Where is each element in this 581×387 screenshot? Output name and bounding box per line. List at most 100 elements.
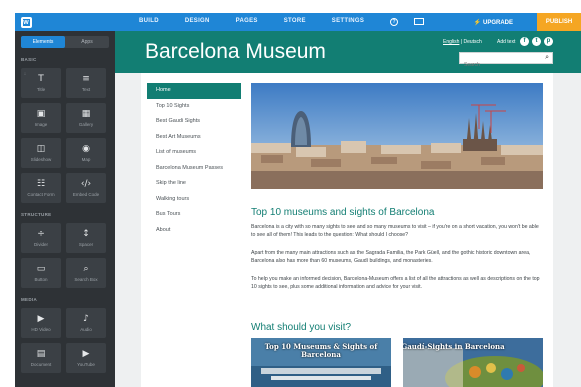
- element-spacer[interactable]: ↕ Spacer: [66, 223, 106, 253]
- device-preview-icon[interactable]: [414, 18, 425, 25]
- spacer-icon: ↕: [82, 229, 90, 239]
- publish-button[interactable]: PUBLISH: [537, 13, 581, 31]
- menu-item-top-10-sights[interactable]: Top 10 Sights: [147, 99, 241, 115]
- element-search-box[interactable]: ⌕ Search Box: [66, 258, 106, 288]
- element-label: Spacer: [78, 242, 94, 247]
- element-label: Audio: [80, 327, 92, 332]
- weebly-logo-icon[interactable]: w: [15, 13, 37, 31]
- tab-elements[interactable]: Elements: [21, 36, 65, 48]
- element-image[interactable]: ▣ Image: [21, 103, 61, 133]
- menu-item-about[interactable]: About: [147, 223, 241, 239]
- image-icon: ▣: [36, 109, 46, 119]
- menu-item-home[interactable]: Home: [147, 83, 241, 99]
- element-slideshow[interactable]: ◫ Slideshow: [21, 138, 61, 168]
- element-label: YouTube: [77, 362, 95, 367]
- element-text[interactable]: ≡ Text: [66, 68, 106, 98]
- element-document[interactable]: ▤ Document: [21, 343, 61, 373]
- element-label: Search Box: [74, 277, 98, 282]
- main-heading[interactable]: Top 10 museums and sights of Barcelona: [251, 207, 434, 218]
- nav-pages[interactable]: PAGES: [236, 18, 258, 26]
- sidebar-tabs: Elements Apps: [21, 36, 109, 48]
- upgrade-label: UPGRADE: [482, 19, 513, 26]
- menu-item-best-art-museums[interactable]: Best Art Museums: [147, 130, 241, 146]
- gallery-icon: ▦: [81, 109, 91, 119]
- paragraph-intro[interactable]: Barcelona is a city with so many sights …: [251, 223, 543, 239]
- element-audio[interactable]: ♪ Audio: [66, 308, 106, 338]
- divider-icon: ÷: [37, 229, 45, 239]
- site-header: Barcelona Museum English | Deutsch Add t…: [115, 31, 581, 73]
- nav-build[interactable]: BUILD: [139, 18, 159, 26]
- menu-item-bus-tours[interactable]: Bus Tours: [147, 207, 241, 223]
- section-media-label: MEDIA: [21, 297, 37, 302]
- element-contact-form[interactable]: ☷ Contact Form: [21, 173, 61, 203]
- text-lines-icon: ≡: [82, 74, 90, 84]
- element-label: Map: [81, 157, 91, 162]
- editor-nav: BUILD DESIGN PAGES STORE SETTINGS ?: [139, 18, 428, 26]
- nav-design[interactable]: DESIGN: [185, 18, 210, 26]
- element-label: Slideshow: [30, 157, 52, 162]
- paragraph-help[interactable]: To help you make an informed decision, B…: [251, 275, 543, 291]
- form-icon: ☷: [36, 179, 46, 189]
- structure-elements-grid: ÷ Divider ↕ Spacer ▭ Button ⌕ Search Box: [21, 223, 115, 288]
- site-canvas: Barcelona Museum English | Deutsch Add t…: [115, 31, 581, 387]
- tab-apps[interactable]: Apps: [65, 36, 109, 48]
- thumbnail-gaudi-sights[interactable]: Best Gaudí-Sights in Barcelona: [403, 338, 543, 387]
- element-label: Embed Code: [72, 192, 100, 197]
- facebook-icon[interactable]: f: [520, 37, 529, 46]
- search-input[interactable]: [460, 60, 540, 70]
- element-map[interactable]: ◉ Map: [66, 138, 106, 168]
- language-switcher: English | Deutsch: [443, 39, 482, 45]
- upgrade-button[interactable]: ⚡ UPGRADE: [474, 19, 513, 26]
- menu-item-skip-the-line[interactable]: Skip the line: [147, 176, 241, 192]
- site-menu: Home Top 10 Sights Best Gaudi Sights Bes…: [147, 83, 241, 238]
- hero-image-barcelona-skyline[interactable]: [251, 83, 543, 189]
- element-divider[interactable]: ÷ Divider: [21, 223, 61, 253]
- speaker-icon: ♪: [83, 314, 89, 324]
- pinterest-icon[interactable]: p: [544, 37, 553, 46]
- nav-settings[interactable]: SETTINGS: [332, 18, 364, 26]
- element-label: Contact Form: [27, 192, 55, 197]
- section-basic-label: BASIC: [21, 57, 37, 62]
- site-title[interactable]: Barcelona Museum: [145, 40, 326, 64]
- document-icon: ▤: [36, 349, 46, 359]
- site-search: ⌕: [459, 52, 553, 70]
- menu-item-best-gaudi-sights[interactable]: Best Gaudi Sights: [147, 114, 241, 130]
- menu-item-list-of-museums[interactable]: List of museums: [147, 145, 241, 161]
- element-button[interactable]: ▭ Button: [21, 258, 61, 288]
- element-youtube[interactable]: ▶ YouTube: [66, 343, 106, 373]
- element-gallery[interactable]: ▦ Gallery: [66, 103, 106, 133]
- lang-deutsch[interactable]: Deutsch: [463, 39, 481, 45]
- page-body: Home Top 10 Sights Best Gaudi Sights Bes…: [141, 73, 553, 387]
- lang-english[interactable]: English: [443, 39, 459, 45]
- element-label: Gallery: [78, 122, 94, 127]
- menu-item-walking-tours[interactable]: Walking tours: [147, 192, 241, 208]
- youtube-icon: ▶: [82, 349, 90, 359]
- element-label: Document: [30, 362, 52, 367]
- element-title[interactable]: ⁞⁞ T Title: [21, 68, 61, 98]
- twitter-icon[interactable]: t: [532, 37, 541, 46]
- element-label: Button: [34, 277, 48, 282]
- search-icon: ⌕: [83, 264, 89, 274]
- media-elements-grid: ▶ HD Video ♪ Audio ▤ Document ▶ YouTube: [21, 308, 115, 373]
- code-icon: ‹/›: [80, 179, 92, 189]
- title-icon: T: [38, 74, 44, 84]
- thumbnail-top-10-sights[interactable]: Top 10 Museums & Sights of Barcelona: [251, 338, 391, 387]
- element-label: Image: [34, 122, 48, 127]
- menu-item-museum-passes[interactable]: Barcelona Museum Passes: [147, 161, 241, 177]
- video-icon: ▶: [37, 314, 45, 324]
- button-icon: ▭: [36, 264, 46, 274]
- element-label: HD Video: [31, 327, 51, 332]
- editor-topbar: w BUILD DESIGN PAGES STORE SETTINGS ? ⚡ …: [15, 13, 581, 31]
- basic-elements-grid: ⁞⁞ T Title ≡ Text ▣ Image ▦ Gallery ◫ Slidesho…: [21, 68, 115, 203]
- element-label: Text: [81, 87, 91, 92]
- paragraph-attractions[interactable]: Apart from the many main attractions suc…: [251, 249, 543, 265]
- sub-heading[interactable]: What should you visit?: [251, 322, 351, 333]
- add-text-link[interactable]: Add text: [497, 39, 515, 45]
- thumbnail-caption: Top 10 Museums & Sights of Barcelona: [264, 342, 378, 359]
- element-embed-code[interactable]: ‹/› Embed Code: [66, 173, 106, 203]
- element-hd-video[interactable]: ▶ HD Video: [21, 308, 61, 338]
- help-icon[interactable]: ?: [390, 18, 399, 26]
- section-structure-label: STRUCTURE: [21, 212, 52, 217]
- search-icon[interactable]: ⌕: [545, 54, 549, 62]
- nav-store[interactable]: STORE: [284, 18, 306, 26]
